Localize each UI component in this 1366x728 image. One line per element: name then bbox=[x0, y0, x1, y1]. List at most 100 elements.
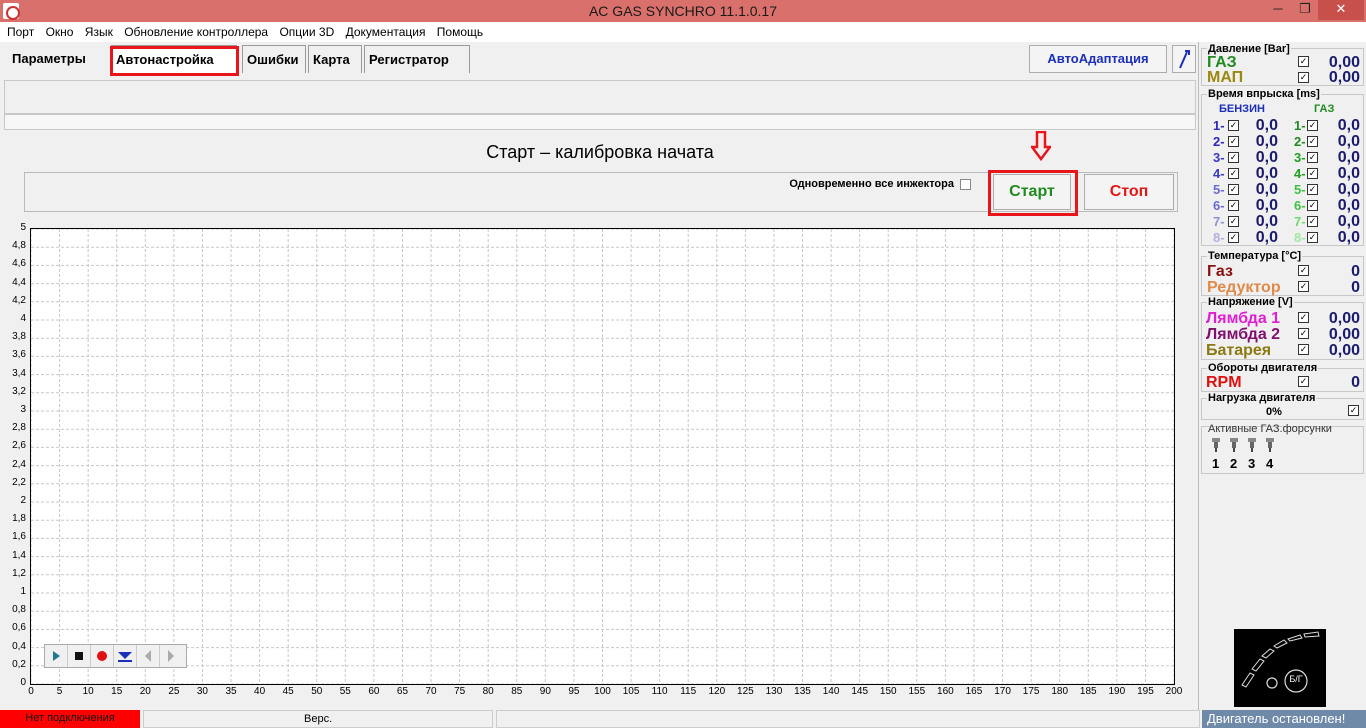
petrol-injector-checkbox[interactable]: ✓ bbox=[1228, 152, 1239, 163]
x-tick-label: 55 bbox=[339, 686, 351, 697]
pressure-gas-checkbox[interactable]: ✓ bbox=[1298, 56, 1309, 67]
tab-map[interactable]: Карта bbox=[308, 45, 362, 73]
temperature-gas-checkbox[interactable]: ✓ bbox=[1298, 265, 1309, 276]
download-button[interactable] bbox=[114, 645, 137, 667]
x-tick-label: 80 bbox=[482, 686, 494, 697]
tab-recorder[interactable]: Регистратор bbox=[364, 45, 470, 73]
petrol-injector-checkbox[interactable]: ✓ bbox=[1228, 216, 1239, 227]
petrol-injector-checkbox[interactable]: ✓ bbox=[1228, 136, 1239, 147]
injector-icon bbox=[1210, 437, 1222, 456]
petrol-injector-number: 3- bbox=[1213, 150, 1225, 165]
chart-toolbar bbox=[44, 644, 187, 668]
petrol-injector-checkbox[interactable]: ✓ bbox=[1228, 120, 1239, 131]
rpm-group-label: Обороты двигателя bbox=[1207, 362, 1319, 374]
stop-button[interactable]: Стоп bbox=[1084, 174, 1174, 210]
petrol-injector-checkbox[interactable]: ✓ bbox=[1228, 232, 1239, 243]
engine-status: Двигатель остановлен! bbox=[1202, 710, 1366, 728]
prev-button[interactable] bbox=[137, 645, 160, 667]
x-tick-label: 5 bbox=[56, 686, 63, 697]
gas-injector-checkbox[interactable]: ✓ bbox=[1307, 184, 1318, 195]
lambda2-checkbox[interactable]: ✓ bbox=[1298, 328, 1309, 339]
temperature-label: Температура [°C] bbox=[1207, 250, 1303, 262]
x-tick-label: 50 bbox=[311, 686, 323, 697]
petrol-injector-checkbox[interactable]: ✓ bbox=[1228, 168, 1239, 179]
tab-errors[interactable]: Ошибки bbox=[242, 45, 306, 73]
calibration-chart bbox=[30, 228, 1175, 685]
stop-record-button[interactable] bbox=[68, 645, 91, 667]
petrol-injector-checkbox[interactable]: ✓ bbox=[1228, 200, 1239, 211]
x-tick-label: 60 bbox=[368, 686, 380, 697]
highlight-start-frame bbox=[988, 170, 1078, 216]
gas-injector-number: 7- bbox=[1294, 214, 1306, 229]
y-tick-label: 3,2 bbox=[12, 385, 26, 397]
gas-injector-checkbox[interactable]: ✓ bbox=[1307, 120, 1318, 131]
fuel-switch[interactable]: Б/Г bbox=[1234, 629, 1326, 707]
petrol-header: БЕНЗИН bbox=[1219, 103, 1265, 115]
x-tick-label: 95 bbox=[568, 686, 580, 697]
y-tick-label: 2,8 bbox=[12, 422, 26, 434]
gas-injector-checkbox[interactable]: ✓ bbox=[1307, 216, 1318, 227]
menu-item-help[interactable]: Помощь bbox=[437, 22, 483, 39]
record-button[interactable] bbox=[91, 645, 114, 667]
gas-injector-checkbox[interactable]: ✓ bbox=[1307, 200, 1318, 211]
battery-value: 0,00 bbox=[1328, 342, 1360, 359]
temperature-reducer-label: Редуктор bbox=[1207, 279, 1281, 296]
x-tick-label: 165 bbox=[965, 686, 983, 697]
menu-item-language[interactable]: Язык bbox=[85, 22, 113, 39]
rpm-checkbox[interactable]: ✓ bbox=[1298, 376, 1309, 387]
pressure-map-value: 0,00 bbox=[1328, 69, 1360, 86]
simultaneous-label: Одновременно все инжектора bbox=[789, 178, 954, 190]
autoadapt-button[interactable]: АвтоАдаптация bbox=[1029, 45, 1167, 73]
menu-item-window[interactable]: Окно bbox=[46, 22, 74, 39]
play-button[interactable] bbox=[45, 645, 68, 667]
x-tick-label: 150 bbox=[879, 686, 897, 697]
petrol-injector-checkbox[interactable]: ✓ bbox=[1228, 184, 1239, 195]
x-tick-label: 175 bbox=[1022, 686, 1040, 697]
injector-number: 2 bbox=[1230, 456, 1238, 471]
petrol-injector-number: 7- bbox=[1213, 214, 1225, 229]
status-bar: Нет подключения Верс. Двигатель остановл… bbox=[0, 710, 1366, 728]
pressure-map-checkbox[interactable]: ✓ bbox=[1298, 72, 1309, 83]
x-tick-label: 180 bbox=[1051, 686, 1069, 697]
x-tick-label: 40 bbox=[254, 686, 266, 697]
battery-checkbox[interactable]: ✓ bbox=[1298, 344, 1309, 355]
load-checkbox[interactable]: ✓ bbox=[1348, 405, 1359, 416]
x-tick-label: 135 bbox=[794, 686, 811, 697]
y-tick-label: 1,8 bbox=[12, 513, 26, 525]
close-button[interactable]: ✕ bbox=[1318, 0, 1364, 20]
menu-item-docs[interactable]: Документация bbox=[346, 22, 426, 39]
y-tick-label: 2,4 bbox=[12, 458, 26, 470]
menu-item-update[interactable]: Обновление контроллера bbox=[124, 22, 268, 39]
x-tick-label: 85 bbox=[511, 686, 523, 697]
y-tick-label: 3,4 bbox=[12, 367, 26, 379]
gas-injector-checkbox[interactable]: ✓ bbox=[1307, 136, 1318, 147]
y-tick-label: 3,8 bbox=[12, 331, 26, 343]
x-tick-label: 100 bbox=[594, 686, 611, 697]
y-tick-label: 0,2 bbox=[12, 658, 26, 670]
voltage-label: Напряжение [V] bbox=[1207, 296, 1294, 308]
menu-item-3d[interactable]: Опции 3D bbox=[279, 22, 334, 39]
record-icon bbox=[97, 651, 107, 661]
gas-injector-checkbox[interactable]: ✓ bbox=[1307, 232, 1318, 243]
x-tick-label: 160 bbox=[937, 686, 954, 697]
settings-button[interactable] bbox=[1172, 45, 1196, 73]
gas-injector-number: 3- bbox=[1294, 150, 1306, 165]
menu-item-port[interactable]: Порт bbox=[7, 22, 34, 39]
gas-injector-number: 5- bbox=[1294, 182, 1306, 197]
rpm-value: 0 bbox=[1351, 374, 1360, 391]
petrol-injector-number: 1- bbox=[1213, 118, 1225, 133]
temperature-reducer-checkbox[interactable]: ✓ bbox=[1298, 281, 1309, 292]
y-tick-label: 4,8 bbox=[12, 240, 26, 252]
injector-icon bbox=[1246, 437, 1258, 456]
chevron-left-icon bbox=[145, 650, 151, 662]
next-button[interactable] bbox=[160, 645, 183, 667]
x-tick-label: 170 bbox=[994, 686, 1011, 697]
minimize-button[interactable]: ─ bbox=[1264, 0, 1292, 20]
tab-parameters[interactable]: Параметры bbox=[8, 45, 106, 73]
y-tick-label: 1,2 bbox=[12, 567, 26, 579]
restore-button[interactable]: ❐ bbox=[1291, 0, 1319, 20]
gas-injector-checkbox[interactable]: ✓ bbox=[1307, 152, 1318, 163]
simultaneous-checkbox[interactable] bbox=[960, 179, 971, 190]
gas-injector-checkbox[interactable]: ✓ bbox=[1307, 168, 1318, 179]
lambda1-checkbox[interactable]: ✓ bbox=[1298, 312, 1309, 323]
